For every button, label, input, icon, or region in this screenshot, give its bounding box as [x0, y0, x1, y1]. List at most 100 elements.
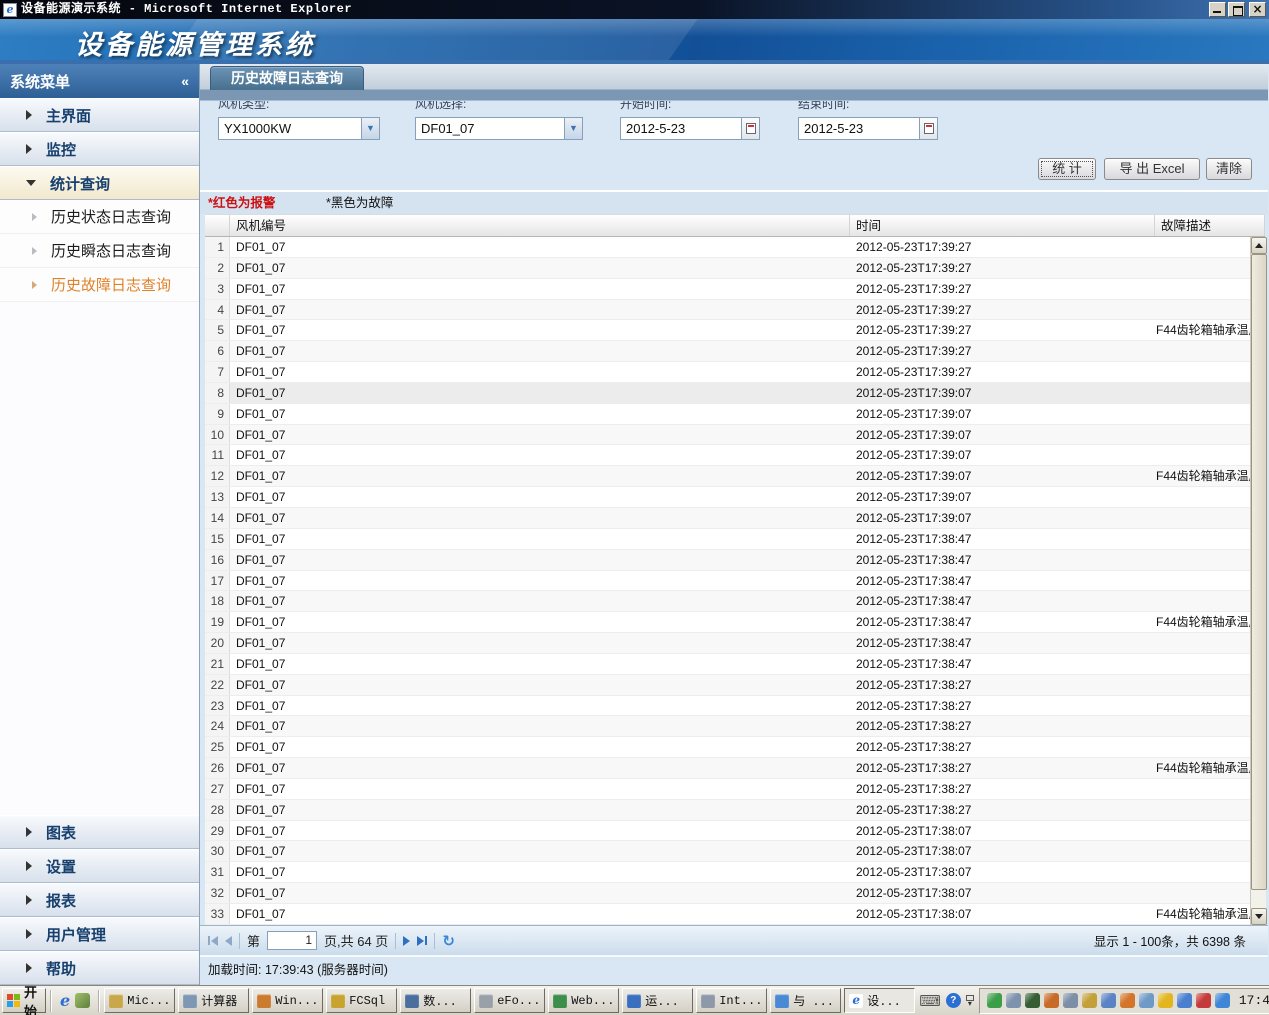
next-page-button[interactable] [403, 936, 410, 946]
table-row[interactable]: 1DF01_072012-05-23T17:39:27 [205, 237, 1265, 258]
table-row[interactable]: 31DF01_072012-05-23T17:38:07 [205, 862, 1265, 883]
taskbar-task-monitor[interactable]: 数... [400, 988, 471, 1013]
table-row[interactable]: 14DF01_072012-05-23T17:39:07 [205, 508, 1265, 529]
table-row[interactable]: 6DF01_072012-05-23T17:39:27 [205, 341, 1265, 362]
dropdown-arrow-icon[interactable]: ▼ [361, 118, 379, 139]
column-turbine-id[interactable]: 风机编号 [230, 215, 850, 236]
sidebar-subitem-history-status-log[interactable]: 历史状态日志查询 [0, 200, 199, 234]
tray-chart-icon[interactable] [1044, 993, 1059, 1008]
sidebar-item-charts[interactable]: 图表 [0, 815, 199, 849]
start-date-input[interactable]: 2012-5-23 [620, 117, 742, 140]
taskbar-task-database[interactable]: FCSql [326, 988, 397, 1013]
refresh-icon[interactable]: ↻ [442, 932, 455, 950]
sidebar-item-user-management[interactable]: 用户管理 [0, 917, 199, 951]
table-row[interactable]: 25DF01_072012-05-23T17:38:27 [205, 737, 1265, 758]
table-row[interactable]: 17DF01_072012-05-23T17:38:47 [205, 571, 1265, 592]
scroll-down-icon[interactable] [1251, 908, 1267, 925]
help-icon[interactable]: ? [946, 993, 961, 1008]
column-time[interactable]: 时间 [850, 215, 1155, 236]
table-row[interactable]: 8DF01_072012-05-23T17:39:07 [205, 383, 1265, 404]
tray-topology-icon[interactable] [1063, 993, 1078, 1008]
previous-page-button[interactable] [225, 936, 232, 946]
table-row[interactable]: 30DF01_072012-05-23T17:38:07 [205, 841, 1265, 862]
tray-security-shield-icon[interactable] [1158, 993, 1173, 1008]
first-page-button[interactable] [208, 936, 218, 946]
quicklaunch-desktop-icon[interactable] [75, 993, 90, 1008]
taskbar-task-ie[interactable]: e设... [844, 988, 915, 1013]
table-row[interactable]: 7DF01_072012-05-23T17:39:27 [205, 362, 1265, 383]
quicklaunch-ie-icon[interactable]: e [60, 993, 70, 1009]
column-fault-description[interactable]: 故障描述 [1155, 215, 1265, 236]
table-row[interactable]: 13DF01_072012-05-23T17:39:07 [205, 487, 1265, 508]
restore-button[interactable] [1228, 2, 1245, 17]
table-row[interactable]: 19DF01_072012-05-23T17:38:47F44齿轮箱轴承温度 [205, 612, 1265, 633]
table-row[interactable]: 20DF01_072012-05-23T17:38:47 [205, 633, 1265, 654]
sidebar-item-help[interactable]: 帮助 [0, 951, 199, 985]
end-date-picker-button[interactable] [920, 117, 938, 140]
vertical-scrollbar[interactable] [1250, 237, 1266, 925]
table-row[interactable]: 24DF01_072012-05-23T17:38:27 [205, 716, 1265, 737]
table-row[interactable]: 5DF01_072012-05-23T17:39:27F44齿轮箱轴承温度 [205, 320, 1265, 341]
table-row[interactable]: 33DF01_072012-05-23T17:38:07F44齿轮箱轴承温度 [205, 904, 1265, 925]
start-date-picker-button[interactable] [742, 117, 760, 140]
table-row[interactable]: 4DF01_072012-05-23T17:39:27 [205, 300, 1265, 321]
taskbar-task-printer[interactable]: eFo... [474, 988, 545, 1013]
fan-select-select[interactable]: DF01_07 ▼ [415, 117, 583, 140]
taskbar-task-chat[interactable]: 与 ... [770, 988, 841, 1013]
sidebar-subitem-history-transient-log[interactable]: 历史瞬态日志查询 [0, 234, 199, 268]
table-row[interactable]: 16DF01_072012-05-23T17:38:47 [205, 550, 1265, 571]
tray-network-globe-icon[interactable] [987, 993, 1002, 1008]
dropdown-arrow-icon[interactable]: ▼ [564, 118, 582, 139]
sidebar-item-statistics-query[interactable]: 统计查询 [0, 166, 199, 200]
sidebar-item-reports[interactable]: 报表 [0, 883, 199, 917]
table-row[interactable]: 23DF01_072012-05-23T17:38:27 [205, 696, 1265, 717]
table-row[interactable]: 28DF01_072012-05-23T17:38:27 [205, 800, 1265, 821]
table-row[interactable]: 3DF01_072012-05-23T17:39:27 [205, 279, 1265, 300]
table-row[interactable]: 27DF01_072012-05-23T17:38:27 [205, 779, 1265, 800]
input-keyboard-icon[interactable]: ⌨ [919, 992, 941, 1010]
taskbar-task-monitor-play[interactable]: 运... [622, 988, 693, 1013]
taskbar-task-globe[interactable]: Web... [548, 988, 619, 1013]
taskbar-task-app[interactable]: Mic... [104, 988, 175, 1013]
clear-button[interactable]: 清除 [1206, 158, 1252, 180]
statistics-button[interactable]: 统 计 [1038, 158, 1096, 180]
export-excel-button[interactable]: 导 出 Excel [1104, 158, 1200, 180]
page-number-input[interactable]: 1 [267, 931, 317, 950]
tab-history-fault-log[interactable]: 历史故障日志查询 [210, 66, 364, 90]
tray-status-circle-icon[interactable] [1025, 993, 1040, 1008]
tray-messenger-icon[interactable] [1215, 993, 1230, 1008]
table-row[interactable]: 21DF01_072012-05-23T17:38:47 [205, 654, 1265, 675]
tray-database-icon[interactable] [1082, 993, 1097, 1008]
collapse-sidebar-icon[interactable]: « [181, 73, 189, 89]
start-button[interactable]: 开始 [2, 988, 46, 1013]
table-row[interactable]: 26DF01_072012-05-23T17:38:27F44齿轮箱轴承温度 [205, 758, 1265, 779]
table-row[interactable]: 18DF01_072012-05-23T17:38:47 [205, 591, 1265, 612]
tray-network-pair-icon[interactable] [1177, 993, 1192, 1008]
table-row[interactable]: 9DF01_072012-05-23T17:39:07 [205, 404, 1265, 425]
sidebar-subitem-history-fault-log[interactable]: 历史故障日志查询 [0, 268, 199, 302]
close-button[interactable]: × [1249, 2, 1266, 17]
scroll-up-icon[interactable] [1251, 237, 1267, 254]
tray-expand-icon[interactable]: ▾ [966, 995, 974, 1007]
sidebar-item-monitoring[interactable]: 监控 [0, 132, 199, 166]
taskbar-task-cube[interactable]: Int... [696, 988, 767, 1013]
taskbar-task-calculator[interactable]: 计算器 [178, 988, 249, 1013]
table-row[interactable]: 15DF01_072012-05-23T17:38:47 [205, 529, 1265, 550]
sidebar-item-main[interactable]: 主界面 [0, 98, 199, 132]
table-row[interactable]: 29DF01_072012-05-23T17:38:07 [205, 821, 1265, 842]
table-row[interactable]: 11DF01_072012-05-23T17:39:07 [205, 445, 1265, 466]
table-row[interactable]: 12DF01_072012-05-23T17:39:07F44齿轮箱轴承温度 [205, 466, 1265, 487]
end-date-input[interactable]: 2012-5-23 [798, 117, 920, 140]
sidebar-item-settings[interactable]: 设置 [0, 849, 199, 883]
tray-disconnected-icon[interactable] [1196, 993, 1211, 1008]
table-row[interactable]: 22DF01_072012-05-23T17:38:27 [205, 675, 1265, 696]
table-row[interactable]: 2DF01_072012-05-23T17:39:27 [205, 258, 1265, 279]
taskbar-task-media[interactable]: Win... [252, 988, 323, 1013]
minimize-button[interactable] [1209, 2, 1226, 17]
fan-type-select[interactable]: YX1000KW ▼ [218, 117, 380, 140]
tray-display-icon[interactable] [1006, 993, 1021, 1008]
scrollbar-thumb[interactable] [1251, 254, 1267, 890]
last-page-button[interactable] [417, 936, 427, 946]
tray-services-icon[interactable] [1101, 993, 1116, 1008]
table-row[interactable]: 10DF01_072012-05-23T17:39:07 [205, 425, 1265, 446]
